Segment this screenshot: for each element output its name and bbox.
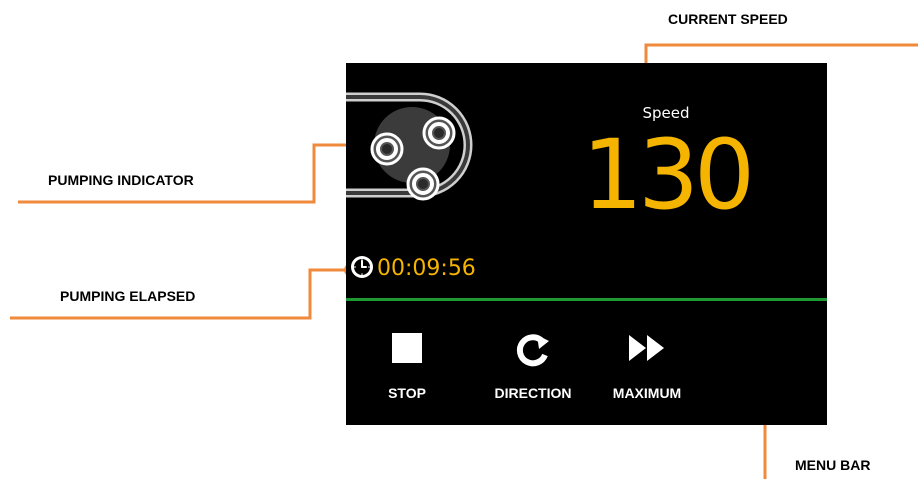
menu-bar-annotation: MENU BAR — [795, 457, 871, 473]
divider — [346, 298, 827, 301]
device-screen: Speed 130 00:09:56 STOP DIRECTION MAXIMU… — [346, 63, 827, 425]
pumping-indicator-annotation: PUMPING INDICATOR — [48, 172, 194, 188]
direction-label: DIRECTION — [494, 385, 572, 401]
fast-forward-icon — [629, 335, 664, 361]
pump-rotor-icon — [346, 92, 473, 201]
current-speed-annotation: CURRENT SPEED — [668, 11, 788, 27]
stop-icon — [392, 333, 422, 363]
speed-value: 130 — [581, 119, 755, 231]
pumping-elapsed-annotation: PUMPING ELAPSED — [60, 288, 196, 304]
clock-icon — [351, 256, 373, 278]
maximum-label: MAXIMUM — [612, 385, 682, 401]
stop-label: STOP — [388, 385, 426, 401]
direction-rotate-icon — [516, 334, 549, 367]
elapsed-time: 00:09:56 — [377, 256, 476, 281]
